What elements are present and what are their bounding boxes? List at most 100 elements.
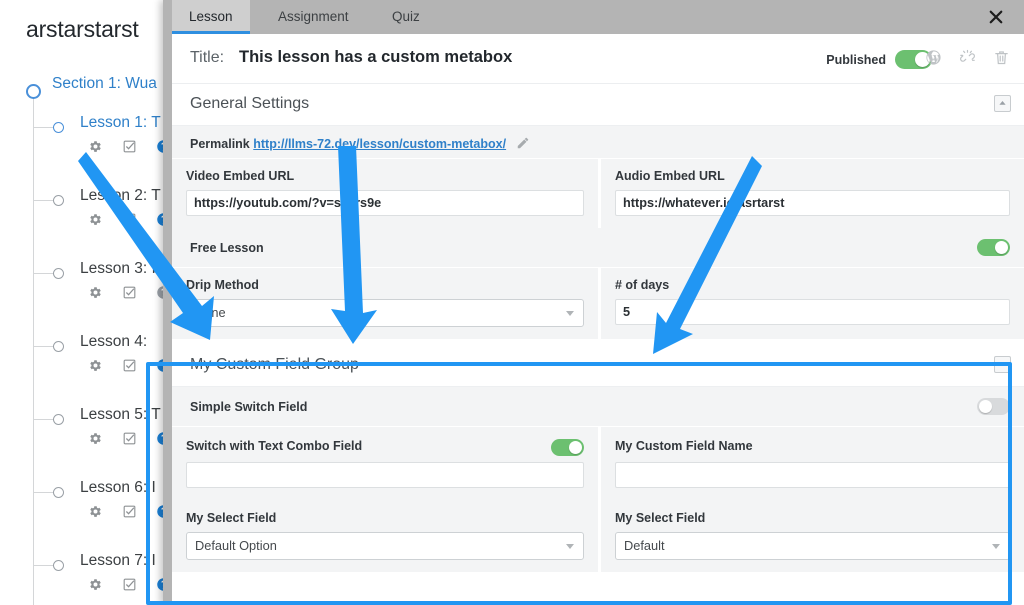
video-embed-field: Video Embed URL (172, 159, 598, 228)
simple-switch-toggle[interactable] (977, 398, 1010, 415)
audio-embed-col: Audio Embed URL (598, 159, 1024, 228)
checkbox-icon[interactable] (122, 358, 137, 373)
tree-connector (34, 346, 54, 347)
gear-icon[interactable] (88, 212, 103, 227)
select-left-label: My Select Field (186, 511, 277, 525)
checkbox-icon[interactable] (122, 504, 137, 519)
combo-label: Switch with Text Combo Field (186, 439, 363, 453)
lesson-label: Lesson 5: T (80, 406, 161, 423)
section-bullet-icon (26, 84, 41, 99)
tree-lesson-6[interactable]: Lesson 6: I (0, 479, 175, 555)
tree-lesson-7[interactable]: Lesson 7: I (0, 552, 175, 605)
audio-embed-input[interactable] (615, 190, 1010, 216)
trash-icon[interactable] (993, 49, 1010, 66)
lesson-label: Lesson 6: I (80, 479, 156, 496)
gear-icon[interactable] (88, 431, 103, 446)
tab-quiz[interactable]: Quiz (375, 0, 437, 34)
custom-field-group-panel: My Custom Field Group Simple Switch Fiel… (172, 345, 1024, 572)
general-settings-header: General Settings (172, 84, 1024, 126)
lesson-row-icons (88, 431, 171, 446)
tree-lesson-4[interactable]: Lesson 4: (0, 333, 175, 409)
select-right-value: Default (624, 538, 665, 553)
lesson-row-icons (88, 358, 171, 373)
gear-icon[interactable] (88, 577, 103, 592)
tree-connector (34, 273, 54, 274)
toggle-knob (569, 441, 582, 454)
free-lesson-toggle[interactable] (977, 239, 1010, 256)
course-title: arstarstarst (26, 16, 139, 42)
days-col: # of days (598, 268, 1024, 339)
tree-section-1[interactable]: Section 1: Wua (0, 70, 175, 117)
tree-connector (34, 419, 54, 420)
checkbox-icon[interactable] (122, 431, 137, 446)
gear-icon[interactable] (88, 358, 103, 373)
drip-method-field: Drip Method None (172, 268, 598, 339)
tree-lesson-1[interactable]: Lesson 1: T (0, 114, 175, 190)
combo-col: Switch with Text Combo Field (172, 427, 598, 501)
drip-method-select[interactable]: None (186, 299, 584, 327)
select-right[interactable]: Default (615, 532, 1010, 560)
gear-icon[interactable] (88, 504, 103, 519)
embed-url-row: Video Embed URL Audio Embed URL (172, 159, 1024, 228)
custom-name-label: My Custom Field Name (615, 439, 753, 453)
lesson-label: Lesson 4: (80, 333, 148, 350)
lesson-bullet-icon (53, 268, 64, 279)
toggle-knob (995, 241, 1008, 254)
days-field: # of days (601, 268, 1024, 337)
permalink-row: Permalink http://llms-72.dev/lesson/cust… (172, 126, 1024, 159)
custom-name-input[interactable] (615, 462, 1010, 488)
combo-toggle[interactable] (551, 439, 584, 456)
screenshot-root: arstarstarst Section 1: Wua Lesson 1: T (0, 0, 1024, 605)
checkbox-icon[interactable] (122, 139, 137, 154)
days-input[interactable] (615, 299, 1010, 325)
select-left[interactable]: Default Option (186, 532, 584, 560)
gear-icon[interactable] (88, 285, 103, 300)
lesson-bullet-icon (53, 195, 64, 206)
select-right-field: My Select Field Default (601, 501, 1024, 572)
switch-text-combo-field: Switch with Text Combo Field (172, 427, 598, 500)
video-embed-label: Video Embed URL (186, 169, 295, 183)
lesson-bullet-icon (53, 487, 64, 498)
tab-assignment[interactable]: Assignment (261, 0, 366, 34)
close-icon[interactable] (987, 8, 1005, 26)
lesson-label: Lesson 7: I (80, 552, 156, 569)
lesson-bullet-icon (53, 122, 64, 133)
lesson-label: Lesson 2: T (80, 187, 161, 204)
checkbox-icon[interactable] (122, 285, 137, 300)
video-embed-input[interactable] (186, 190, 584, 216)
section-label: Section 1: Wua (52, 75, 157, 92)
tree-lesson-2[interactable]: Lesson 2: T (0, 187, 175, 263)
tree-lesson-3[interactable]: Lesson 3: I (0, 260, 175, 336)
tree-lesson-5[interactable]: Lesson 5: T (0, 406, 175, 482)
drip-method-value: None (195, 305, 226, 320)
tab-lesson[interactable]: Lesson (172, 0, 250, 34)
audio-embed-label: Audio Embed URL (615, 169, 725, 183)
gear-icon[interactable] (88, 139, 103, 154)
lesson-bullet-icon (53, 560, 64, 571)
pencil-icon[interactable] (516, 136, 530, 150)
toggle-knob (979, 400, 992, 413)
collapse-up-icon[interactable] (994, 356, 1011, 373)
tree-connector (34, 492, 54, 493)
chevron-down-icon (566, 311, 574, 316)
combo-row: Switch with Text Combo Field My Custom F… (172, 427, 1024, 501)
permalink-link[interactable]: http://llms-72.dev/lesson/custom-metabox… (253, 137, 506, 151)
lesson-title-value[interactable]: This lesson has a custom metabox (239, 48, 512, 67)
permalink-text: Permalink http://llms-72.dev/lesson/cust… (190, 134, 530, 151)
free-lesson-row: Free Lesson (172, 228, 1024, 268)
custom-name-col: My Custom Field Name (598, 427, 1024, 501)
course-outline-tree: Section 1: Wua Lesson 1: T Lesson 2: T L… (0, 70, 175, 605)
checkbox-icon[interactable] (122, 577, 137, 592)
checkbox-icon[interactable] (122, 212, 137, 227)
select-left-col: My Select Field Default Option (172, 501, 598, 572)
unlink-icon[interactable] (959, 49, 976, 66)
combo-input[interactable] (186, 462, 584, 488)
drip-method-col: Drip Method None (172, 268, 598, 339)
publish-status: Published (826, 50, 932, 69)
tree-connector (34, 200, 54, 201)
select-left-field: My Select Field Default Option (172, 501, 598, 572)
panel-title: General Settings (190, 95, 310, 112)
lesson-row-icons (88, 577, 171, 592)
wordpress-icon[interactable] (925, 49, 942, 66)
collapse-up-icon[interactable] (994, 95, 1011, 112)
